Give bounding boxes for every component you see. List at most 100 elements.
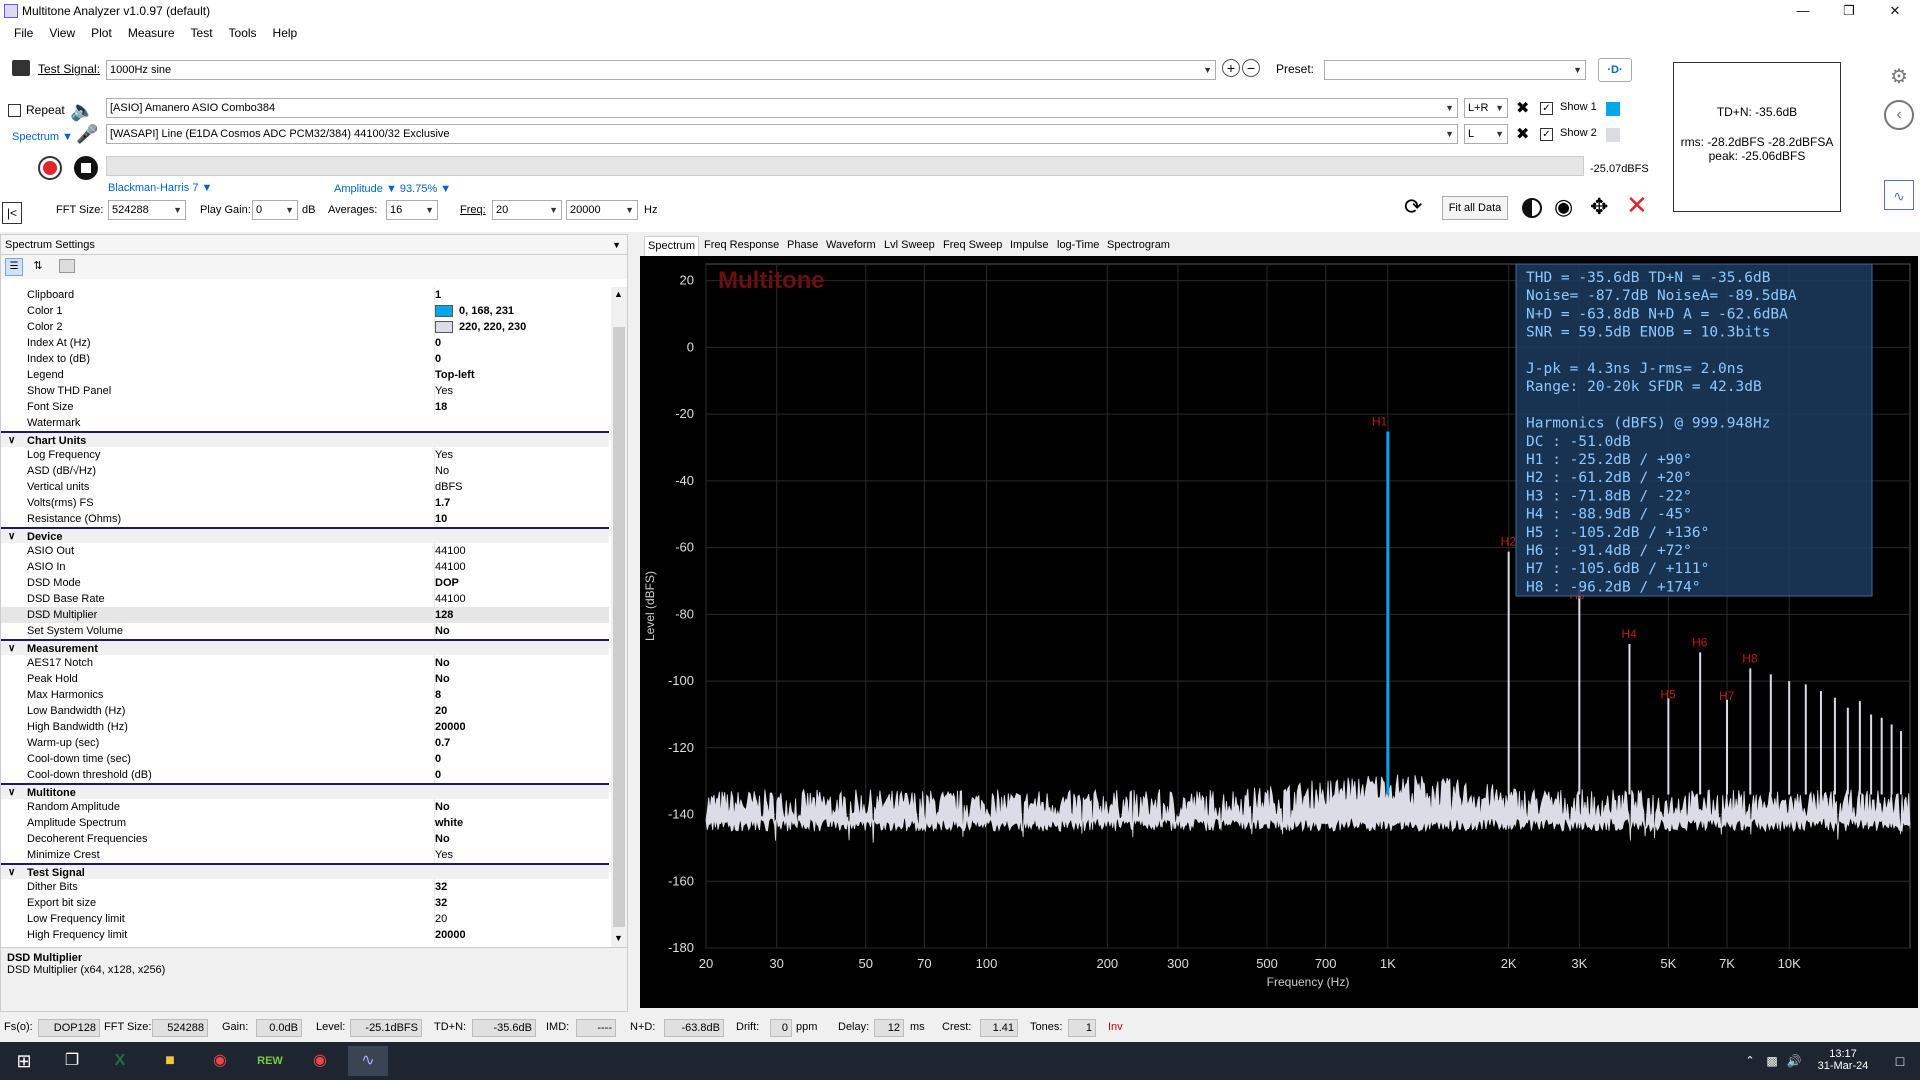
- property-row[interactable]: DSD Base Rate 44100: [1, 591, 609, 607]
- property-value[interactable]: 32: [434, 879, 447, 895]
- category-row[interactable]: ∨ Test Signal: [1, 863, 609, 879]
- channel-out-select[interactable]: L+R ▼: [1464, 98, 1508, 118]
- play-gain-select[interactable]: 0 ▼: [252, 200, 298, 220]
- property-row[interactable]: Set System Volume No: [1, 623, 609, 639]
- property-value[interactable]: No: [434, 831, 450, 847]
- averages-select[interactable]: 16 ▼: [386, 200, 438, 220]
- property-row[interactable]: Cool-down threshold (dB) 0: [1, 767, 609, 783]
- property-value[interactable]: No: [434, 799, 450, 815]
- property-value[interactable]: 8: [434, 687, 441, 703]
- property-row[interactable]: AES17 Notch No: [1, 655, 609, 671]
- tab-freq-sweep[interactable]: Freq Sweep: [940, 236, 1005, 256]
- property-value[interactable]: 44100: [434, 591, 466, 607]
- show1-checkbox[interactable]: ✓: [1540, 102, 1553, 115]
- property-value[interactable]: 0: [434, 351, 441, 367]
- property-row[interactable]: Low Frequency limit 20: [1, 911, 609, 927]
- menu-plot[interactable]: Plot: [83, 22, 120, 44]
- chrome-icon-2[interactable]: ◉: [300, 1046, 340, 1076]
- property-row[interactable]: Show THD Panel Yes: [1, 383, 609, 399]
- property-value[interactable]: 128: [434, 607, 453, 623]
- property-row[interactable]: Amplitude Spectrum white: [1, 815, 609, 831]
- channel-in-select[interactable]: L ▼: [1464, 124, 1508, 144]
- property-value[interactable]: Top-left: [434, 367, 475, 383]
- property-value[interactable]: 20: [434, 703, 447, 719]
- freq-hi-select[interactable]: 20000 ▼: [566, 200, 638, 220]
- menu-measure[interactable]: Measure: [120, 22, 183, 44]
- add-icon[interactable]: +: [1222, 59, 1240, 77]
- move-icon[interactable]: ✥: [1590, 194, 1608, 220]
- property-row[interactable]: Index At (Hz) 0: [1, 335, 609, 351]
- menu-view[interactable]: View: [41, 22, 83, 44]
- property-row[interactable]: Legend Top-left: [1, 367, 609, 383]
- property-row[interactable]: Index to (dB) 0: [1, 351, 609, 367]
- property-row[interactable]: Peak Hold No: [1, 671, 609, 687]
- property-pages-icon[interactable]: [59, 259, 75, 273]
- contrast-icon[interactable]: [1522, 198, 1542, 218]
- tab-log-time[interactable]: log-Time: [1054, 236, 1102, 256]
- property-row[interactable]: Low Bandwidth (Hz) 20: [1, 703, 609, 719]
- category-row[interactable]: ∨ Device: [1, 527, 609, 543]
- property-value[interactable]: white: [434, 815, 463, 831]
- property-row[interactable]: Random Amplitude No: [1, 799, 609, 815]
- scroll-up-icon[interactable]: ▲: [614, 289, 623, 299]
- property-value[interactable]: 1.7: [434, 495, 450, 511]
- menu-test[interactable]: Test: [183, 22, 221, 44]
- property-row[interactable]: Resistance (Ohms) 10: [1, 511, 609, 527]
- property-value[interactable]: No: [434, 655, 450, 671]
- property-row[interactable]: Minimize Crest Yes: [1, 847, 609, 863]
- file-explorer-icon[interactable]: ■: [150, 1046, 190, 1076]
- remove-icon[interactable]: −: [1242, 59, 1260, 77]
- property-row[interactable]: High Bandwidth (Hz) 20000: [1, 719, 609, 735]
- chrome-icon[interactable]: ◉: [200, 1046, 240, 1076]
- property-row[interactable]: Clipboard 1: [1, 287, 609, 303]
- repeat-checkbox[interactable]: [8, 104, 21, 117]
- property-value[interactable]: 0.7: [434, 735, 450, 751]
- property-row[interactable]: DSD Mode DOP: [1, 575, 609, 591]
- property-value[interactable]: dBFS: [434, 479, 463, 495]
- test-signal-select[interactable]: 1000Hz sine ▼: [106, 60, 1216, 80]
- menu-tools[interactable]: Tools: [221, 22, 265, 44]
- collapse-panel-icon[interactable]: |<: [2, 202, 22, 224]
- property-value[interactable]: 10: [434, 511, 447, 527]
- panel-scrollbar[interactable]: ▲ ▼: [611, 287, 627, 947]
- property-value[interactable]: Yes: [434, 383, 453, 399]
- property-row[interactable]: Decoherent Frequencies No: [1, 831, 609, 847]
- amplitude-dropdown[interactable]: Amplitude ▼ 93.75% ▼: [334, 183, 451, 195]
- property-value[interactable]: No: [434, 463, 449, 479]
- property-value[interactable]: No: [434, 671, 450, 687]
- multitone-taskbar-icon[interactable]: ∿: [348, 1046, 388, 1076]
- panel-header[interactable]: Spectrum Settings ▼: [1, 235, 627, 255]
- record-button[interactable]: [38, 156, 62, 180]
- property-value[interactable]: 20: [434, 911, 447, 927]
- tab-waveform[interactable]: Waveform: [823, 236, 879, 256]
- stop-button[interactable]: [74, 156, 98, 180]
- back-icon[interactable]: ‹: [1884, 100, 1914, 130]
- signal-generator-icon[interactable]: [12, 60, 30, 76]
- property-value[interactable]: Yes: [434, 447, 453, 463]
- property-value[interactable]: 44100: [434, 543, 466, 559]
- tools-icon[interactable]: ✖: [1516, 124, 1529, 144]
- property-value[interactable]: 220, 220, 230: [434, 319, 526, 335]
- property-value[interactable]: 44100: [434, 559, 466, 575]
- tab-freq-response[interactable]: Freq Response: [701, 236, 782, 256]
- show2-checkbox[interactable]: ✓: [1540, 128, 1553, 141]
- close-icon[interactable]: ✕: [1872, 0, 1918, 22]
- sort-alpha-icon[interactable]: ⇅: [29, 258, 47, 276]
- property-value[interactable]: Yes: [434, 847, 453, 863]
- property-value[interactable]: 20000: [434, 719, 466, 735]
- property-value[interactable]: 0: [434, 335, 441, 351]
- menu-file[interactable]: File: [6, 22, 41, 44]
- restore-icon[interactable]: ❐: [1826, 0, 1872, 22]
- property-row[interactable]: DSD Multiplier 128: [1, 607, 609, 623]
- tab-spectrogram[interactable]: Spectrogram: [1104, 236, 1173, 256]
- tab-phase[interactable]: Phase: [784, 236, 821, 256]
- property-row[interactable]: Font Size 18: [1, 399, 609, 415]
- property-row[interactable]: ASIO In 44100: [1, 559, 609, 575]
- property-row[interactable]: Log Frequency Yes: [1, 447, 609, 463]
- notification-icon[interactable]: □: [1880, 1046, 1920, 1076]
- fit-all-data-button[interactable]: Fit all Data: [1442, 196, 1508, 220]
- property-row[interactable]: Watermark: [1, 415, 609, 431]
- window-function-dropdown[interactable]: Blackman-Harris 7 ▼: [108, 182, 212, 194]
- property-row[interactable]: Color 1 0, 168, 231: [1, 303, 609, 319]
- property-value[interactable]: 1: [434, 287, 441, 303]
